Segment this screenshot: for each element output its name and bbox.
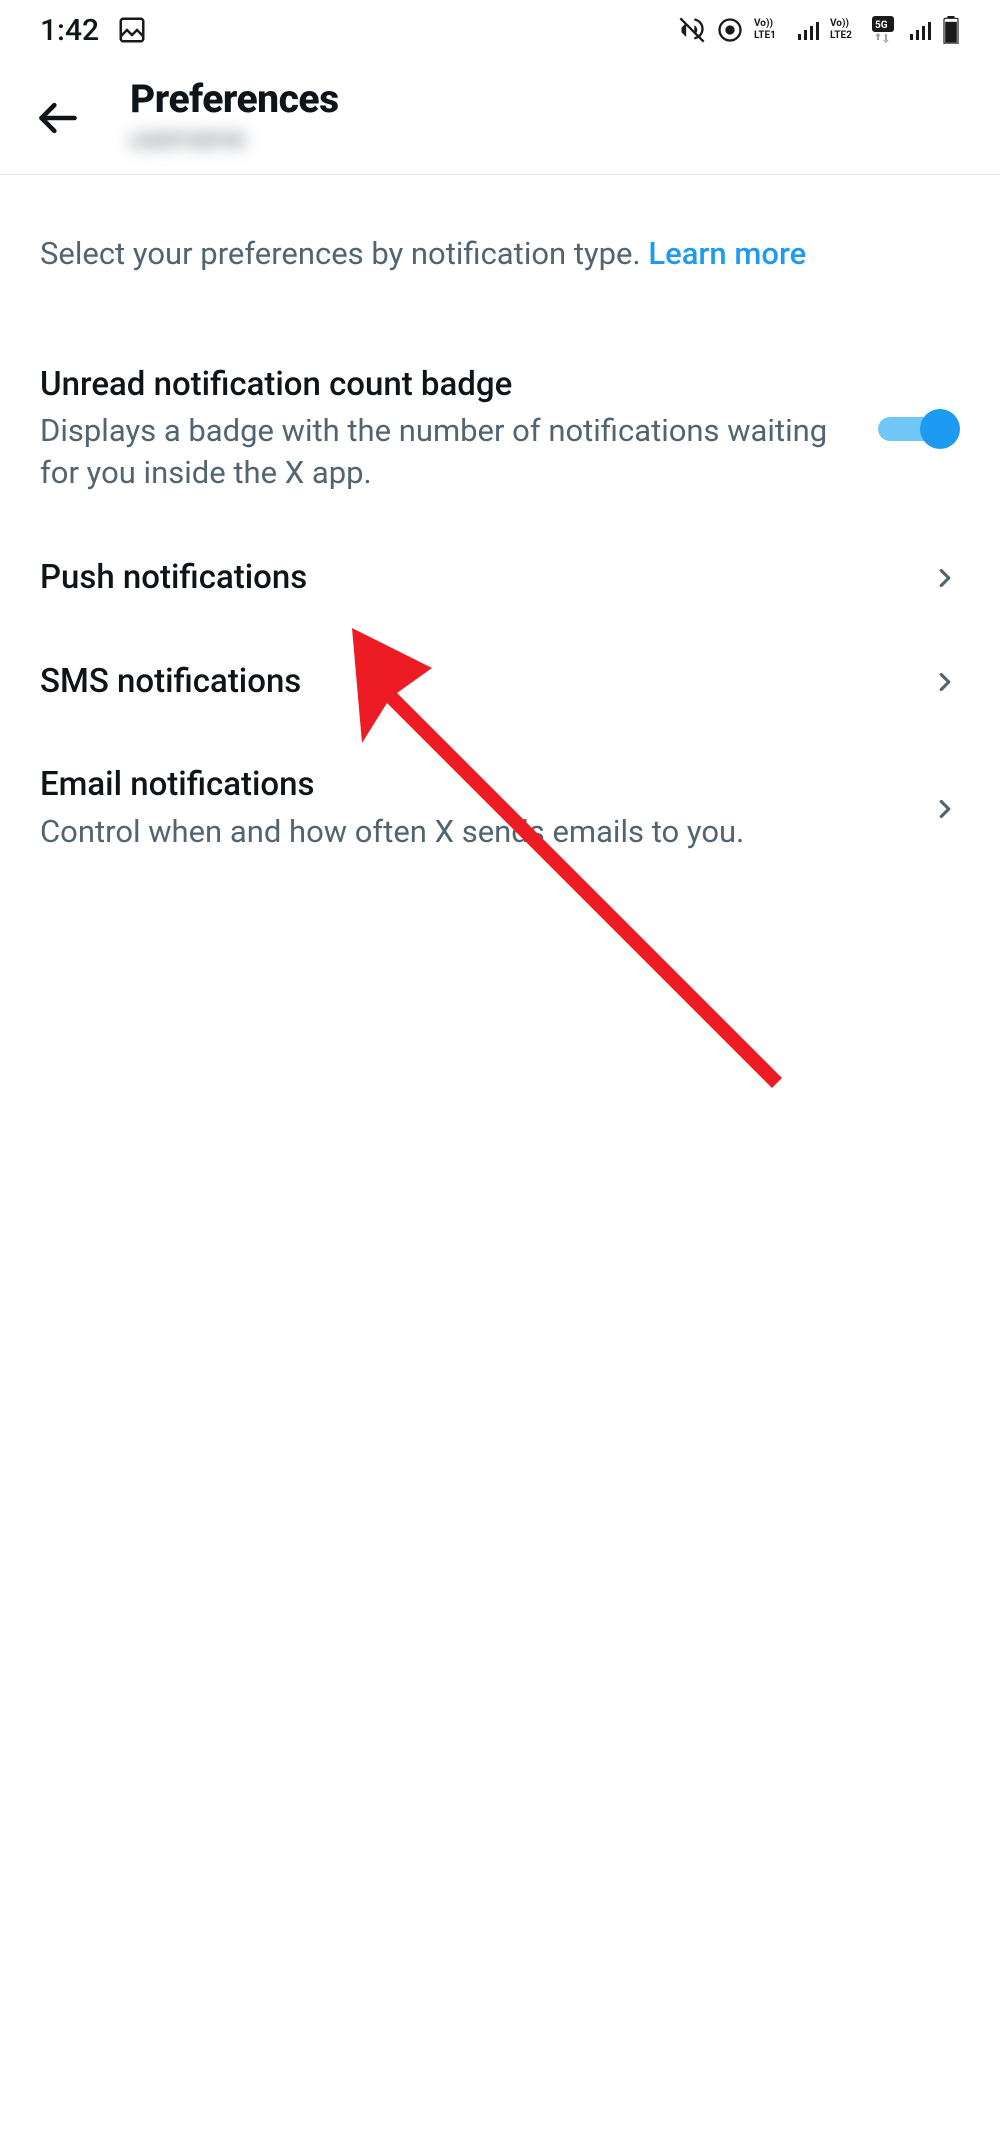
intro-section: Select your preferences by notification … bbox=[0, 175, 1000, 333]
vibrate-icon bbox=[678, 15, 706, 45]
setting-email[interactable]: Email notifications Control when and how… bbox=[0, 733, 1000, 884]
setting-email-title: Email notifications bbox=[40, 765, 900, 805]
toggle-thumb bbox=[920, 409, 960, 449]
setting-push[interactable]: Push notifications bbox=[0, 526, 1000, 630]
page-header: Preferences username bbox=[0, 60, 1000, 175]
hotspot-icon bbox=[716, 15, 744, 45]
lte2-icon: Vo)) LTE2 bbox=[830, 15, 862, 45]
status-time: 1:42 bbox=[40, 13, 99, 48]
setting-email-text: Email notifications Control when and how… bbox=[40, 765, 930, 852]
main-content: Select your preferences by notification … bbox=[0, 175, 1000, 885]
setting-push-title: Push notifications bbox=[40, 558, 900, 598]
svg-text:LTE2: LTE2 bbox=[830, 30, 852, 41]
badge-toggle[interactable] bbox=[878, 409, 960, 449]
learn-more-link[interactable]: Learn more bbox=[648, 235, 806, 272]
setting-badge-title: Unread notification count badge bbox=[40, 365, 848, 405]
status-bar-left: 1:42 bbox=[40, 13, 147, 48]
chevron-right-icon bbox=[930, 667, 960, 697]
status-bar-right: Vo)) LTE1 Vo)) LTE2 5G bbox=[678, 15, 960, 45]
battery-icon bbox=[942, 15, 960, 45]
setting-push-text: Push notifications bbox=[40, 558, 930, 598]
header-text: Preferences username bbox=[130, 76, 339, 154]
svg-text:5G: 5G bbox=[875, 20, 888, 31]
back-button[interactable] bbox=[36, 76, 80, 144]
svg-text:Vo)): Vo)) bbox=[830, 17, 849, 29]
setting-badge[interactable]: Unread notification count badge Displays… bbox=[0, 333, 1000, 526]
lte1-icon: Vo)) LTE1 bbox=[754, 15, 786, 45]
signal1-icon bbox=[796, 15, 820, 45]
svg-text:LTE1: LTE1 bbox=[754, 30, 776, 41]
status-bar: 1:42 Vo)) LTE1 bbox=[0, 0, 1000, 60]
arrow-left-icon bbox=[36, 96, 80, 140]
svg-text:Vo)): Vo)) bbox=[754, 17, 773, 29]
intro-text: Select your preferences by notification … bbox=[40, 235, 648, 272]
page-subtitle: username bbox=[130, 124, 339, 154]
setting-badge-text: Unread notification count badge Displays… bbox=[40, 365, 878, 494]
image-icon bbox=[117, 15, 147, 45]
page-title: Preferences bbox=[130, 76, 339, 122]
setting-email-description: Control when and how often X sends email… bbox=[40, 811, 900, 853]
chevron-right-icon bbox=[930, 794, 960, 824]
5g-icon: 5G bbox=[872, 15, 898, 45]
setting-badge-description: Displays a badge with the number of noti… bbox=[40, 410, 848, 494]
chevron-right-icon bbox=[930, 563, 960, 593]
setting-sms[interactable]: SMS notifications bbox=[0, 630, 1000, 734]
signal2-icon bbox=[908, 15, 932, 45]
setting-sms-title: SMS notifications bbox=[40, 662, 900, 702]
setting-sms-text: SMS notifications bbox=[40, 662, 930, 702]
